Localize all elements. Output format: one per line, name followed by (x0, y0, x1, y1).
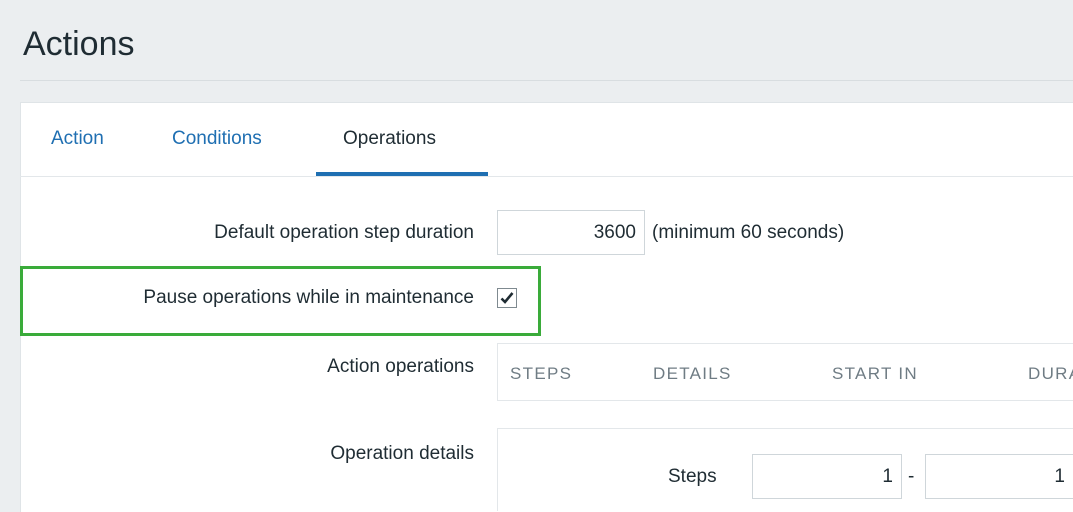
steps-label: Steps (668, 466, 717, 487)
checkmark-icon (500, 292, 514, 304)
action-operations-label: Action operations (327, 356, 474, 377)
step-duration-label: Default operation step duration (214, 222, 474, 243)
steps-from-input[interactable] (752, 454, 902, 499)
steps-to-input[interactable] (925, 454, 1073, 499)
tab-operations[interactable]: Operations (343, 128, 436, 150)
action-operations-table: STEPS DETAILS START IN DURATION (497, 343, 1073, 401)
tab-conditions[interactable]: Conditions (172, 128, 262, 150)
tabs-divider (20, 176, 1073, 177)
pause-maintenance-checkbox[interactable] (497, 288, 517, 308)
pause-maintenance-label: Pause operations while in maintenance (143, 287, 474, 308)
step-duration-input[interactable] (497, 210, 645, 255)
column-header-start-in: START IN (832, 364, 918, 383)
steps-separator: - (908, 466, 915, 487)
column-header-details: DETAILS (653, 364, 732, 383)
active-tab-indicator (316, 172, 488, 176)
column-header-steps: STEPS (510, 364, 573, 383)
page-title: Actions (23, 25, 135, 63)
tab-action[interactable]: Action (51, 128, 104, 150)
column-header-duration: DURATION (1028, 364, 1073, 383)
step-duration-hint: (minimum 60 seconds) (652, 222, 845, 243)
operation-details-label: Operation details (330, 443, 474, 464)
header-divider (20, 80, 1073, 81)
